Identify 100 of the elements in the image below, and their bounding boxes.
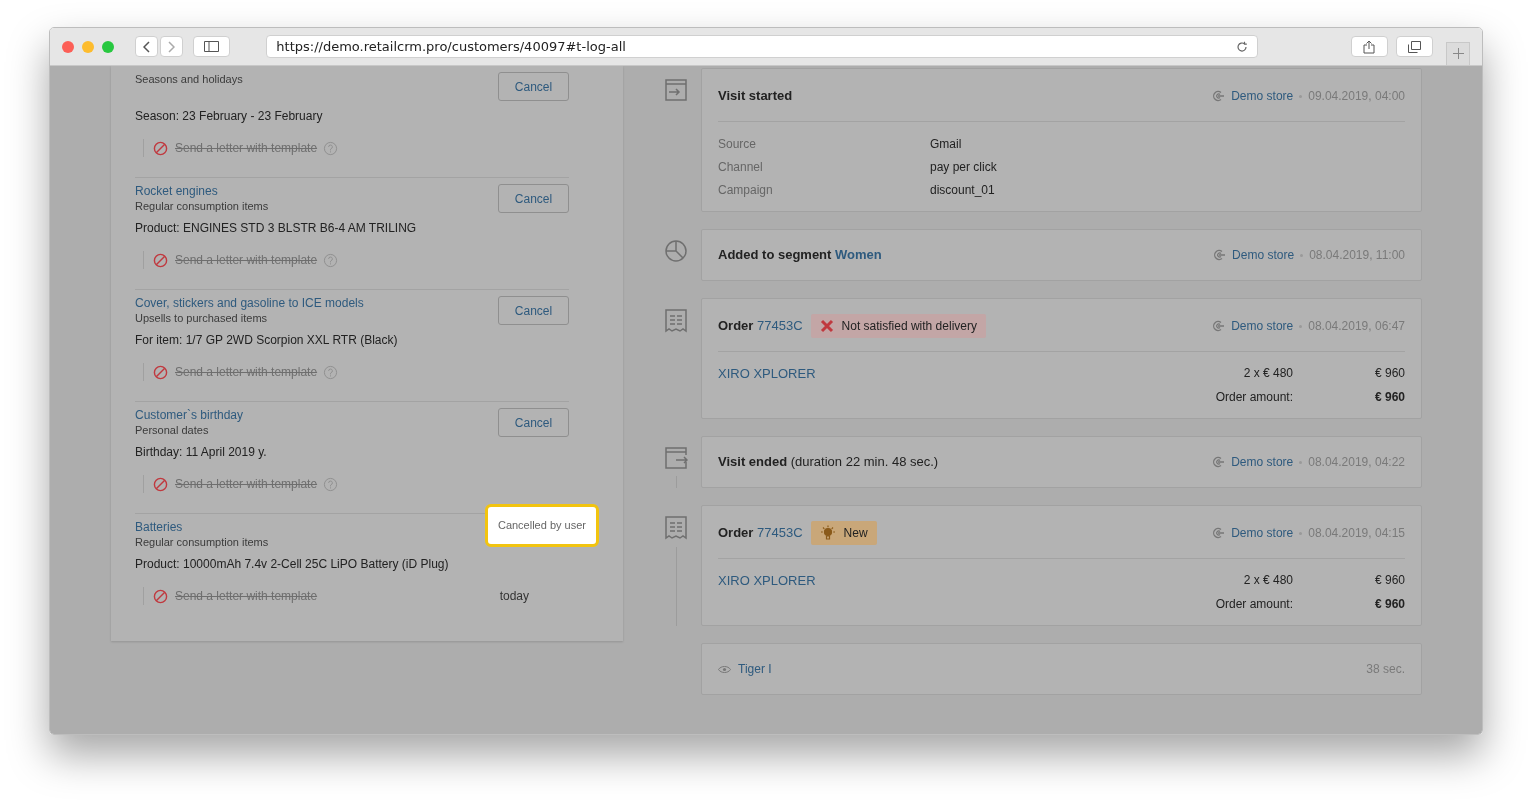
ban-icon — [153, 140, 168, 156]
field-label: Channel — [718, 159, 764, 176]
trigger-category: Regular consumption items — [135, 199, 269, 213]
help-icon[interactable] — [323, 140, 339, 156]
help-icon[interactable] — [323, 252, 339, 268]
exit-icon — [664, 446, 688, 470]
total-label: Order amount: — [1215, 596, 1293, 613]
action-label: Send a letter with template — [175, 588, 318, 605]
line-total: € 960 — [1373, 365, 1405, 382]
action-label: Send a letter with template — [175, 140, 318, 157]
url-text: https://demo.retailcrm.pro/customers/40097#t-log-all — [276, 37, 626, 56]
store-logo-icon — [1211, 526, 1226, 540]
event-title: Order 77453C — [718, 524, 803, 543]
plus-icon — [1452, 48, 1464, 59]
receipt-icon — [664, 515, 688, 541]
order-link[interactable]: 77453C — [757, 525, 803, 541]
help-icon[interactable] — [323, 364, 339, 380]
close-button[interactable] — [62, 40, 74, 53]
store-logo-icon — [1211, 455, 1226, 469]
order-status-badge: New — [810, 521, 877, 545]
new-tab-button[interactable] — [1446, 41, 1470, 66]
action-label: Send a letter with template — [175, 252, 318, 269]
chevron-right-icon — [168, 40, 175, 53]
cancel-button[interactable]: Cancel — [498, 296, 569, 325]
event-time: 09.04.2019, 04:00 — [1308, 88, 1405, 105]
cross-icon — [819, 319, 834, 333]
field-value: discount_01 — [930, 182, 995, 199]
order-status-badge: Not satisfied with delivery — [810, 314, 986, 338]
ban-icon — [153, 476, 168, 492]
trigger-category: Personal dates — [135, 423, 210, 437]
event-title: Order 77453C — [718, 317, 803, 336]
store-logo-icon — [1211, 319, 1226, 333]
reload-icon[interactable] — [1235, 40, 1248, 53]
store-logo-icon — [1211, 89, 1226, 103]
store-link[interactable]: Demo store — [1231, 524, 1294, 542]
event-title: Visit ended (duration 22 min. 48 sec.) — [718, 453, 939, 472]
maximize-button[interactable] — [102, 40, 114, 53]
total-label: Order amount: — [1215, 389, 1293, 406]
ban-icon — [153, 364, 168, 380]
trigger-category: Regular consumption items — [135, 535, 269, 549]
event-time: 08.04.2019, 06:47 — [1308, 318, 1405, 335]
enter-icon — [664, 78, 688, 102]
trigger-title-link[interactable]: Cover, stickers and gasoline to ICE models — [135, 296, 364, 311]
order-total: € 960 — [1373, 389, 1405, 406]
event-time: 08.04.2019, 04:15 — [1308, 525, 1405, 542]
lightbulb-icon — [819, 525, 836, 541]
action-label: Send a letter with template — [175, 364, 318, 381]
action-label: Send a letter with template — [175, 476, 318, 493]
sidebar-icon — [204, 41, 220, 52]
view-duration: 38 sec. — [1366, 661, 1405, 678]
address-bar[interactable]: https://demo.retailcrm.pro/customers/40097#t-log-all — [266, 35, 1258, 58]
store-link[interactable]: Demo store — [1231, 453, 1294, 471]
segment-link[interactable]: Women — [835, 247, 882, 263]
quantity-price: 2 x € 480 — [1242, 365, 1293, 382]
tabs-button[interactable] — [1396, 36, 1434, 57]
store-link[interactable]: Demo store — [1232, 246, 1295, 264]
ban-icon — [153, 588, 168, 604]
eye-icon — [718, 664, 731, 674]
event-title: Added to segment Women — [718, 246, 882, 265]
cancel-button[interactable]: Cancel — [498, 72, 569, 101]
trigger-detail: For item: 1/7 GP 2WD Scorpion XXL RTR (Black) — [135, 332, 399, 349]
store-logo-icon — [1212, 248, 1227, 262]
chevron-left-icon — [143, 40, 150, 53]
receipt-icon — [664, 308, 688, 334]
line-total: € 960 — [1373, 572, 1405, 589]
trigger-title-link[interactable]: Customer`s birthday — [135, 408, 244, 423]
event-time: 08.04.2019, 04:22 — [1308, 454, 1405, 471]
forward-button[interactable] — [160, 36, 183, 57]
sidebar-button[interactable] — [193, 36, 231, 57]
trigger-detail: Product: ENGINES STD 3 BLSTR B6-4 AM TRILING — [135, 220, 418, 237]
quantity-price: 2 x € 480 — [1242, 572, 1293, 589]
field-value: Gmail — [930, 136, 962, 153]
trigger-detail: Birthday: 11 April 2019 y. — [135, 444, 268, 461]
share-icon — [1363, 39, 1376, 54]
share-button[interactable] — [1350, 36, 1389, 57]
minimize-button[interactable] — [82, 40, 94, 53]
trigger-category: Upsells to purchased items — [135, 311, 269, 325]
pie-chart-icon — [664, 239, 688, 263]
page-link[interactable]: Tiger I — [738, 660, 772, 678]
field-label: Campaign — [718, 182, 774, 199]
order-link[interactable]: 77453C — [757, 318, 803, 334]
trigger-detail: Product: 10000mAh 7.4v 2-Cell 25C LiPO Battery (iD Plug) — [135, 556, 450, 573]
action-date: today — [499, 588, 529, 605]
ban-icon — [153, 252, 168, 268]
cancel-button[interactable]: Cancel — [498, 184, 569, 213]
trigger-detail: Season: 23 February - 23 February — [135, 108, 324, 125]
field-label: Source — [718, 136, 758, 153]
event-title: Visit started — [718, 87, 793, 106]
trigger-category: Seasons and holidays — [135, 72, 243, 86]
help-icon[interactable] — [323, 476, 339, 492]
store-link[interactable]: Demo store — [1231, 317, 1294, 335]
back-button[interactable] — [135, 36, 158, 57]
product-link[interactable]: XIRO XPLORER — [718, 571, 816, 613]
tabs-icon — [1408, 40, 1422, 53]
cancel-button[interactable]: Cancel — [498, 408, 569, 437]
trigger-title-link[interactable]: Rocket engines — [135, 184, 269, 199]
product-link[interactable]: XIRO XPLORER — [718, 364, 816, 406]
store-link[interactable]: Demo store — [1231, 87, 1294, 105]
trigger-title-link[interactable]: Batteries — [135, 520, 269, 535]
field-value: pay per click — [930, 159, 997, 176]
